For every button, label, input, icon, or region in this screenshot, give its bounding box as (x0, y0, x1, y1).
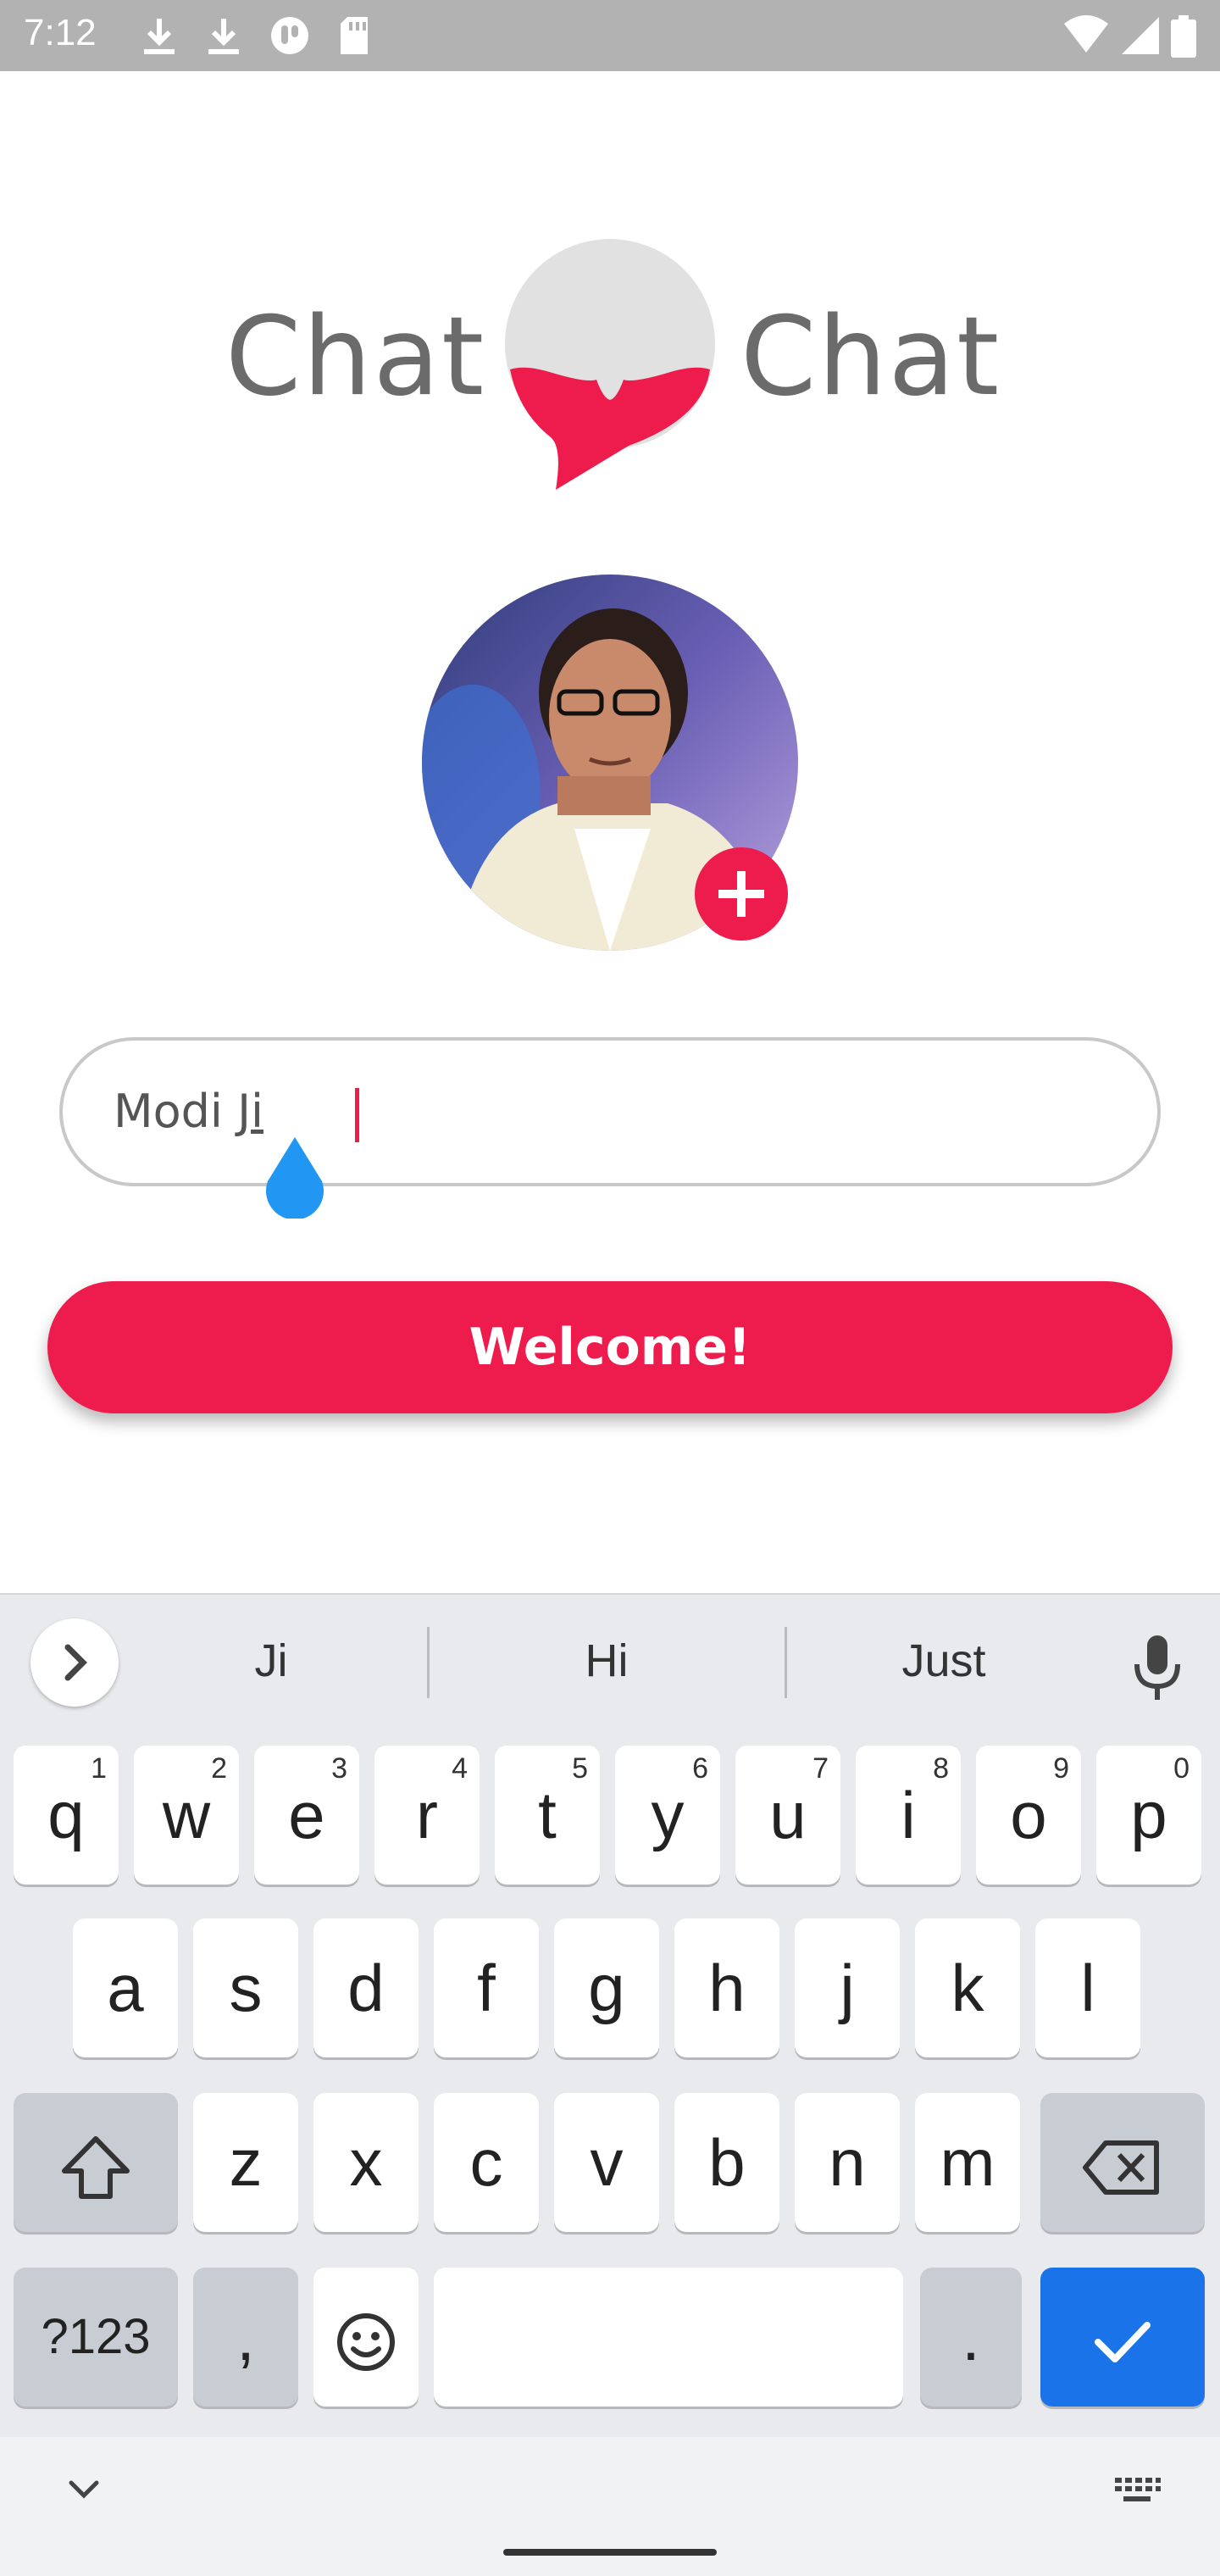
key-v[interactable]: v (554, 2093, 659, 2232)
battery-icon (1171, 15, 1196, 58)
navigation-bar (0, 2437, 1220, 2576)
key-m[interactable]: m (915, 2093, 1020, 2232)
key-hint: 8 (933, 1752, 949, 1785)
key-g[interactable]: g (554, 1918, 659, 2057)
emoji-icon (337, 2313, 395, 2372)
backspace-icon (1083, 2140, 1159, 2196)
name-input-composing-text: Ji (237, 1085, 264, 1138)
chevron-right-icon (64, 1644, 87, 1681)
welcome-button[interactable]: Welcome! (47, 1281, 1173, 1413)
key-label: o (1010, 1778, 1047, 1852)
key-hint: 4 (452, 1752, 468, 1785)
space-key[interactable] (434, 2268, 903, 2407)
key-hint: 5 (572, 1752, 588, 1785)
emoji-key[interactable] (313, 2268, 419, 2407)
cursor-handle[interactable] (261, 1134, 329, 1219)
check-icon (1095, 2322, 1151, 2363)
backspace-key[interactable] (1040, 2093, 1205, 2232)
keyboard-divider (0, 1593, 1220, 1595)
keyboard-expand-button[interactable] (30, 1618, 119, 1707)
period-key[interactable]: . (920, 2268, 1022, 2407)
key-t[interactable]: t5 (495, 1746, 600, 1885)
soft-keyboard: Ji Hi Just q1 w2 e3 r4 t5 y6 u7 i8 o9 p0… (0, 1593, 1220, 2576)
key-hint: 6 (692, 1752, 708, 1785)
key-h[interactable]: h (674, 1918, 779, 2057)
key-label: t (538, 1778, 557, 1852)
key-label: i (901, 1778, 916, 1852)
key-b[interactable]: b (674, 2093, 779, 2232)
home-gesture-bar[interactable] (503, 2549, 717, 2556)
suggestion-1[interactable]: Ji (178, 1627, 364, 1695)
key-r[interactable]: r4 (374, 1746, 480, 1885)
key-label: r (416, 1778, 438, 1852)
key-label: y (651, 1778, 685, 1852)
download-icon (144, 19, 175, 54)
suggestion-divider (427, 1627, 430, 1698)
key-n[interactable]: n (795, 2093, 900, 2232)
mic-icon[interactable] (1132, 1634, 1183, 1702)
add-photo-button[interactable] (695, 847, 788, 941)
chevron-down-icon[interactable] (63, 2473, 105, 2507)
key-hint: 1 (91, 1752, 107, 1785)
key-d[interactable]: d (313, 1918, 419, 2057)
key-hint: 3 (331, 1752, 347, 1785)
suggestion-3[interactable]: Just (851, 1627, 1037, 1695)
signal-icon (1122, 17, 1159, 54)
key-i[interactable]: i8 (856, 1746, 961, 1885)
key-e[interactable]: e3 (254, 1746, 359, 1885)
download-icon (208, 19, 239, 54)
key-f[interactable]: f (434, 1918, 539, 2057)
chat-bubble-logo-icon (505, 239, 715, 490)
key-label: w (162, 1778, 211, 1852)
key-j[interactable]: j (795, 1918, 900, 2057)
key-o[interactable]: o9 (976, 1746, 1081, 1885)
sd-card-icon (341, 17, 368, 54)
status-bar: 7:12 (0, 0, 1220, 71)
shift-key[interactable] (14, 2093, 178, 2232)
shift-icon (62, 2136, 130, 2200)
key-label: e (288, 1778, 325, 1852)
suggestion-divider (785, 1627, 787, 1698)
app-icon (271, 17, 308, 54)
key-x[interactable]: x (313, 2093, 419, 2232)
key-hint: 2 (211, 1752, 227, 1785)
key-hint: 9 (1053, 1752, 1069, 1785)
name-input[interactable]: Modi Ji (59, 1037, 1161, 1186)
app-logo: Chat Chat (0, 229, 1220, 508)
key-s[interactable]: s (193, 1918, 298, 2057)
symbols-key[interactable]: ?123 (14, 2268, 178, 2407)
key-c[interactable]: c (434, 2093, 539, 2232)
key-u[interactable]: u7 (735, 1746, 840, 1885)
key-z[interactable]: z (193, 2093, 298, 2232)
key-p[interactable]: p0 (1096, 1746, 1201, 1885)
key-hint: 7 (812, 1752, 829, 1785)
key-k[interactable]: k (915, 1918, 1020, 2057)
text-cursor (355, 1088, 359, 1142)
enter-key[interactable] (1040, 2268, 1205, 2407)
key-w[interactable]: w2 (134, 1746, 239, 1885)
name-input-value: Modi (114, 1085, 238, 1138)
logo-word-right: Chat (740, 294, 1001, 420)
wifi-icon (1064, 15, 1108, 53)
status-time: 7:12 (24, 12, 97, 53)
logo-word-left: Chat (225, 294, 486, 420)
key-label: u (769, 1778, 807, 1852)
keyboard-icon[interactable] (1113, 2474, 1161, 2505)
key-q[interactable]: q1 (14, 1746, 119, 1885)
plus-icon (718, 871, 764, 917)
comma-key[interactable]: , (193, 2268, 298, 2407)
key-label: p (1130, 1778, 1167, 1852)
name-input-text: Modi Ji (114, 1085, 263, 1138)
key-a[interactable]: a (73, 1918, 178, 2057)
key-l[interactable]: l (1035, 1918, 1140, 2057)
key-hint: 0 (1173, 1752, 1190, 1785)
suggestion-2[interactable]: Hi (513, 1627, 700, 1695)
key-y[interactable]: y6 (615, 1746, 720, 1885)
key-label: q (47, 1778, 85, 1852)
